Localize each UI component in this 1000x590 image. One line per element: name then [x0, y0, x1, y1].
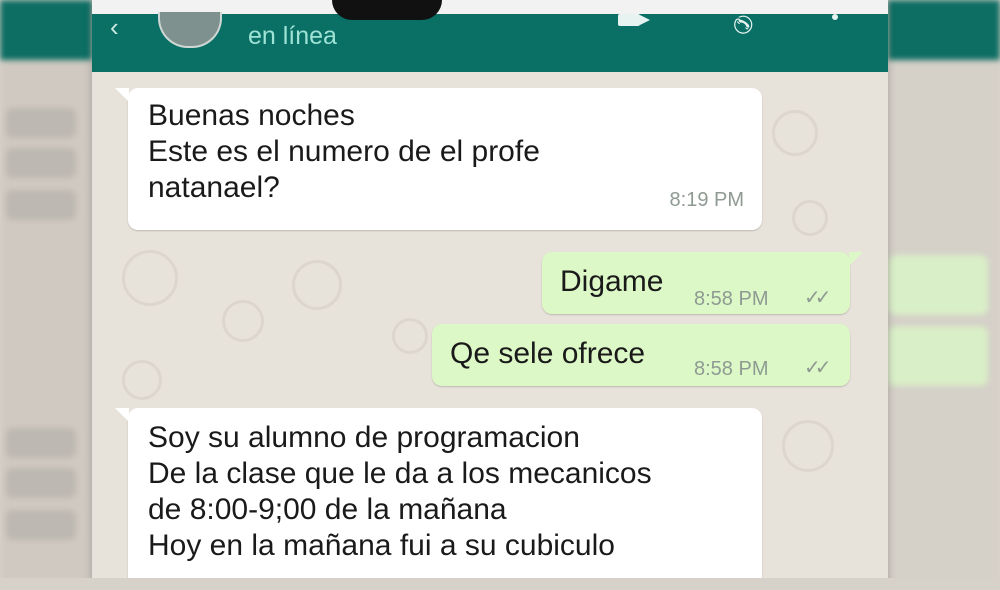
- incoming-message[interactable]: Soy su alumno de programacion De la clas…: [115, 408, 762, 590]
- blurred-bubble: [888, 326, 988, 386]
- contact-avatar[interactable]: [158, 12, 222, 48]
- read-receipt-icon: ✓✓: [804, 287, 831, 309]
- back-arrow-icon[interactable]: ‹: [110, 12, 119, 43]
- incoming-message[interactable]: Buenas noches Este es el numero de el pr…: [115, 88, 762, 230]
- outgoing-message[interactable]: Qe sele ofrece 8:58 PM ✓✓: [432, 324, 850, 386]
- message-time: 8:58 PM: [694, 288, 769, 310]
- video-call-icon[interactable]: [618, 14, 650, 26]
- read-receipt-icon: ✓✓: [804, 357, 831, 379]
- overflow-menu-icon[interactable]: [832, 14, 838, 20]
- chat-screen: ‹ en línea ✆ Buenas noches Este es el nu…: [92, 0, 888, 590]
- blurred-text: [6, 108, 76, 138]
- message-text: Digame: [560, 265, 664, 298]
- blurred-left-edge: [0, 0, 92, 590]
- message-time: 8:19 PM: [669, 189, 744, 211]
- phone-call-icon[interactable]: ✆: [726, 12, 758, 37]
- phone-notch: [332, 0, 442, 20]
- message-text: Qe sele ofrece: [450, 337, 646, 370]
- blurred-bubble: [888, 255, 988, 315]
- contact-status: en línea: [248, 22, 337, 50]
- outgoing-message[interactable]: Digame 8:58 PM ✓✓: [542, 252, 863, 314]
- blurred-text: [6, 428, 76, 458]
- blurred-text: [6, 190, 76, 220]
- chat-header: ‹ en línea ✆: [92, 0, 888, 72]
- message-text: Soy su alumno de programacion De la clas…: [148, 421, 652, 562]
- message-text: Buenas noches Este es el numero de el pr…: [148, 99, 540, 204]
- blurred-text: [6, 468, 76, 498]
- blurred-text: [6, 148, 76, 178]
- blurred-text: [6, 510, 76, 540]
- message-time: 8:58 PM: [694, 358, 769, 380]
- bottom-edge: [0, 578, 1000, 590]
- blurred-right-edge: [888, 0, 1000, 590]
